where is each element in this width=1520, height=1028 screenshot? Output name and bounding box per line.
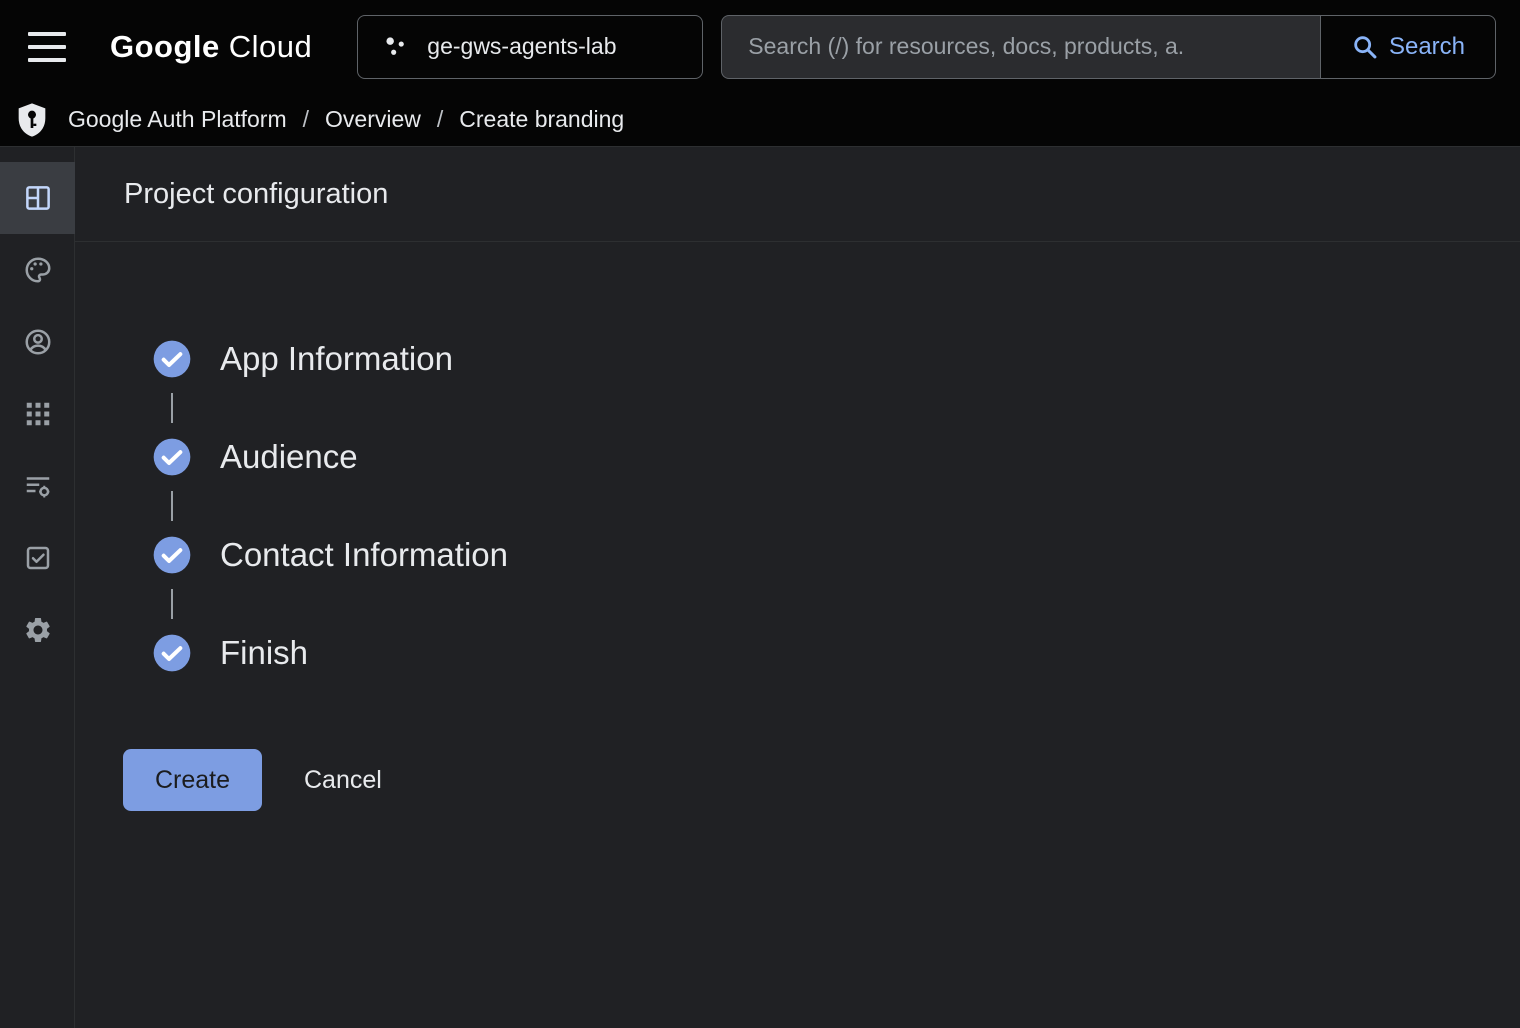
palette-icon (23, 255, 53, 285)
step-finish: Finish (152, 633, 1520, 673)
main-content: Project configuration App Information (75, 147, 1520, 1028)
sidebar-item-audience[interactable] (0, 306, 75, 378)
logo-google-text: Google (110, 29, 220, 65)
search-input[interactable] (721, 15, 1320, 79)
create-button[interactable]: Create (123, 749, 262, 811)
configuration-steps: App Information Audience (75, 339, 1520, 673)
step-label: Finish (220, 634, 308, 672)
checkbox-icon (23, 543, 53, 573)
search-button[interactable]: Search (1320, 15, 1496, 79)
check-circle-icon (152, 437, 192, 477)
list-gear-icon (23, 471, 53, 501)
project-selector-button[interactable]: ge-gws-agents-lab (357, 15, 703, 79)
sidebar-item-data-access[interactable] (0, 450, 75, 522)
sidebar-item-verification[interactable] (0, 522, 75, 594)
menu-hamburger-button[interactable] (28, 27, 68, 67)
search-icon (1351, 33, 1379, 61)
step-audience: Audience (152, 437, 1520, 477)
check-circle-icon (152, 339, 192, 379)
breadcrumb-google-auth-platform[interactable]: Google Auth Platform (68, 106, 287, 133)
project-selector-label: ge-gws-agents-lab (427, 33, 616, 60)
form-actions: Create Cancel (75, 749, 1520, 811)
step-app-information: App Information (152, 339, 1520, 379)
search-bar: Search (721, 15, 1496, 79)
sidebar-item-clients[interactable] (0, 378, 75, 450)
cancel-button[interactable]: Cancel (304, 766, 382, 795)
sidebar-item-branding[interactable] (0, 234, 75, 306)
breadcrumb-overview[interactable]: Overview (325, 106, 421, 133)
sidebar-item-settings[interactable] (0, 594, 75, 666)
step-connector-line (171, 491, 173, 521)
left-nav-sidebar (0, 147, 75, 1028)
project-icon (382, 33, 410, 61)
step-label: App Information (220, 340, 453, 378)
gear-icon (23, 615, 53, 645)
account-icon (23, 327, 53, 357)
breadcrumb-separator: / (437, 106, 443, 133)
step-label: Audience (220, 438, 358, 476)
step-label: Contact Information (220, 536, 508, 574)
breadcrumb-separator: / (303, 106, 309, 133)
sidebar-item-overview[interactable] (0, 162, 75, 234)
top-app-bar: Google Cloud ge-gws-agents-lab Search (0, 0, 1520, 93)
step-connector-line (171, 393, 173, 423)
check-circle-icon (152, 633, 192, 673)
google-auth-platform-icon (12, 100, 52, 140)
apps-grid-icon (23, 399, 53, 429)
breadcrumb-create-branding: Create branding (459, 106, 624, 133)
page-title: Project configuration (124, 178, 388, 211)
step-connector-line (171, 589, 173, 619)
logo-cloud-text: Cloud (229, 29, 313, 65)
overview-grid-icon (23, 183, 53, 213)
check-circle-icon (152, 535, 192, 575)
breadcrumb: Google Auth Platform / Overview / Create… (0, 93, 1520, 147)
search-button-label: Search (1389, 33, 1465, 61)
page-header: Project configuration (75, 147, 1520, 242)
google-cloud-logo[interactable]: Google Cloud (110, 29, 312, 65)
step-contact-information: Contact Information (152, 535, 1520, 575)
